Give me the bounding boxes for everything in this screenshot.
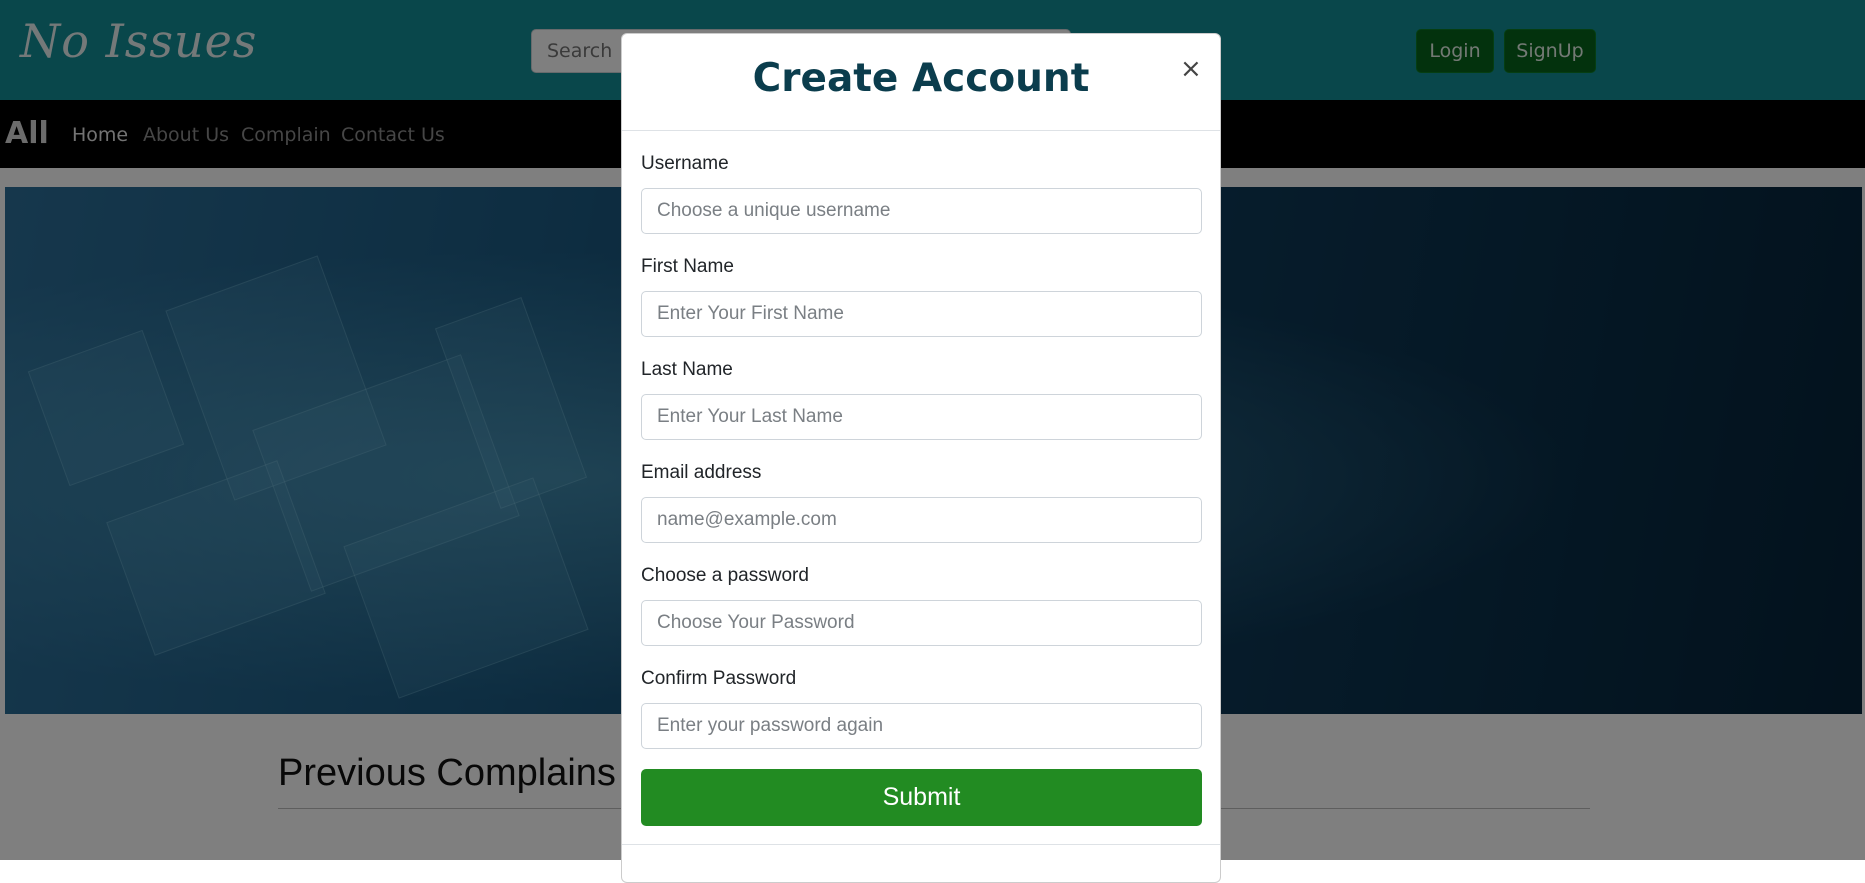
modal-title: Create Account [752,56,1090,101]
last-name-label: Last Name [641,359,733,380]
close-icon[interactable]: × [1180,54,1202,84]
last-name-field[interactable] [641,394,1202,440]
first-name-field[interactable] [641,291,1202,337]
password-label: Choose a password [641,565,809,586]
modal-footer-divider [622,844,1220,845]
create-account-modal: Create Account × Username First Name Las… [621,33,1221,883]
email-field[interactable] [641,497,1202,543]
modal-header: Create Account × [622,34,1220,131]
first-name-label: First Name [641,256,734,277]
username-field[interactable] [641,188,1202,234]
submit-button[interactable]: Submit [641,769,1202,826]
confirm-password-label: Confirm Password [641,668,797,689]
password-field[interactable] [641,600,1202,646]
confirm-password-field[interactable] [641,703,1202,749]
username-label: Username [641,153,729,174]
email-label: Email address [641,462,762,483]
